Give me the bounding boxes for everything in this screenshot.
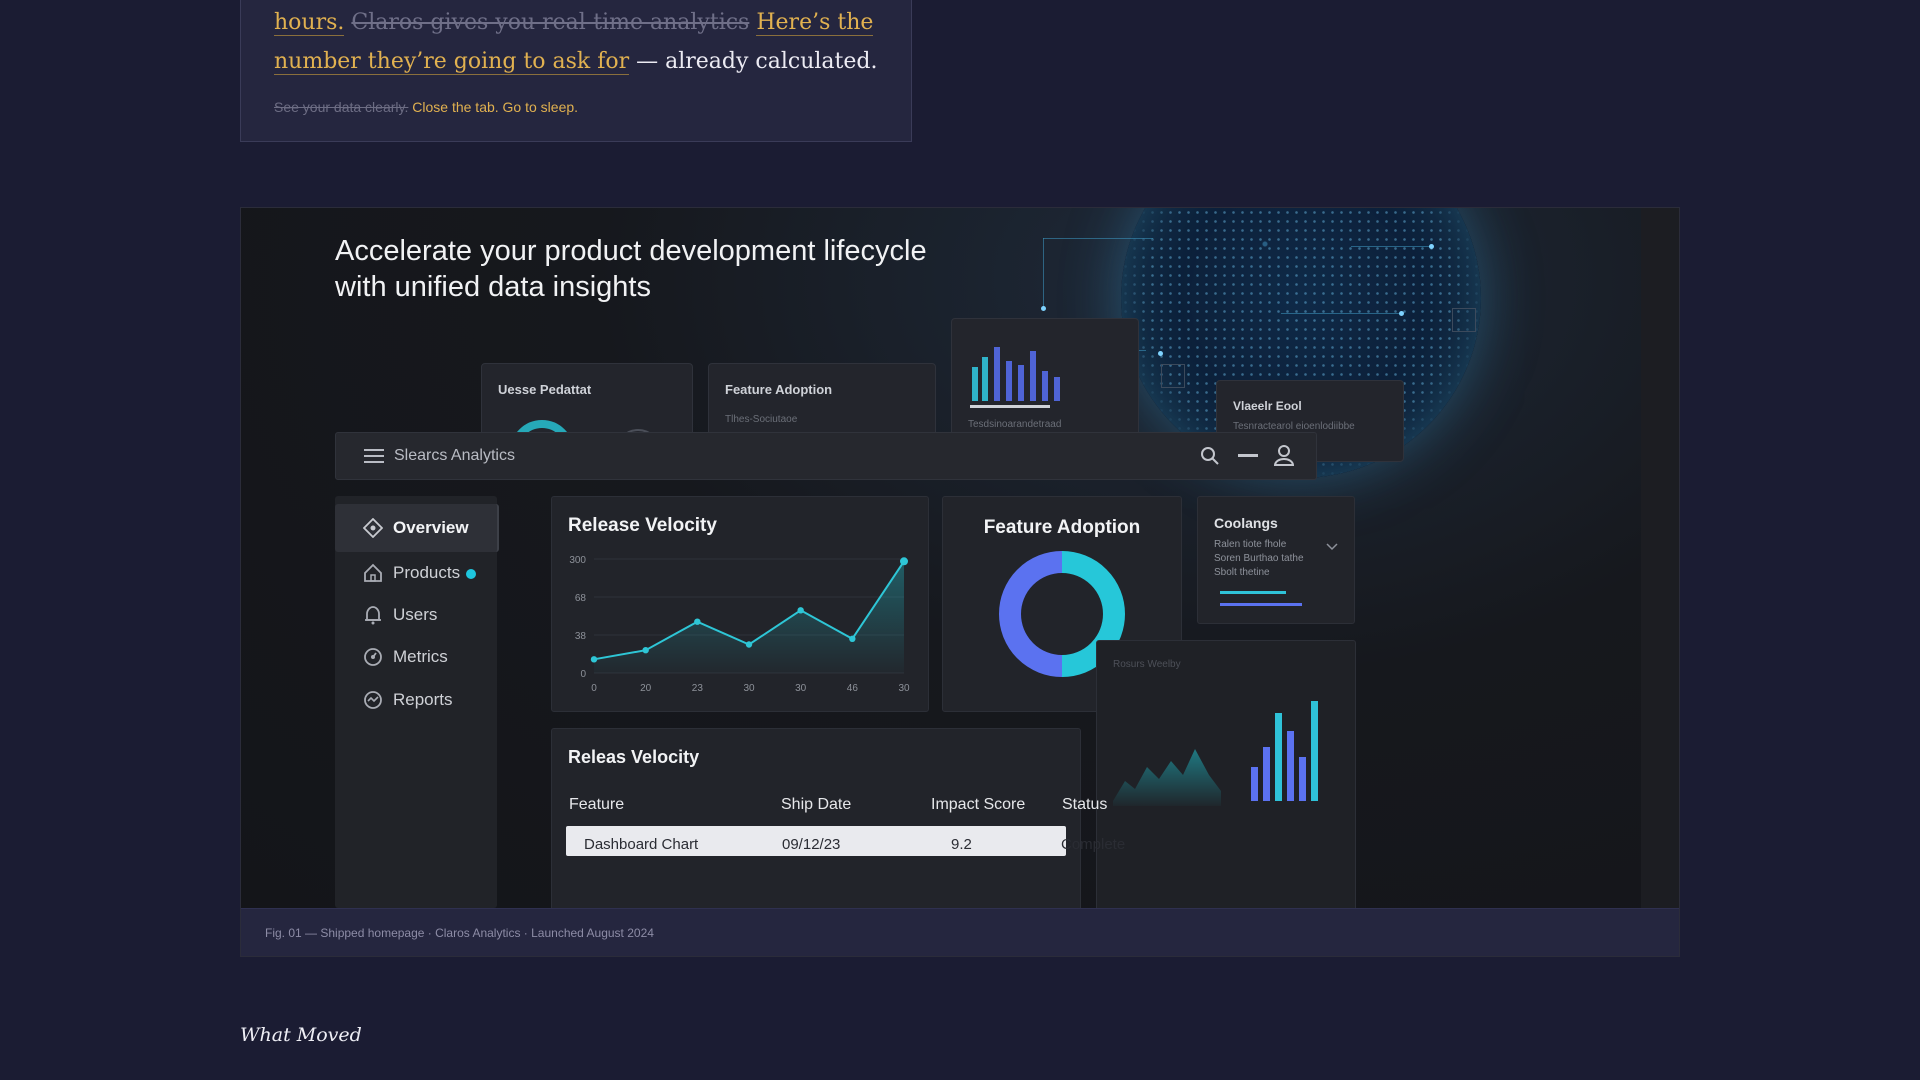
weekly-area-bar-chart bbox=[1113, 701, 1318, 806]
table-header-impact-score: Impact Score bbox=[931, 796, 1026, 813]
app-topbar: Slearcs Analytics bbox=[335, 432, 1317, 480]
report-icon bbox=[364, 691, 382, 709]
release-velocity-panel: Release Velocity 0 38 68 300 0 20 23 30 30 46 30 bbox=[551, 496, 929, 712]
quote-card: hours. Claros gives you real-time analyt… bbox=[240, 0, 912, 142]
x-tick-label: 46 bbox=[847, 683, 859, 694]
y-tick-label: 0 bbox=[580, 669, 586, 680]
home-icon bbox=[364, 563, 382, 582]
quote-plain-text: — already calculated. bbox=[636, 49, 878, 74]
hero-headline: Accelerate your product development life… bbox=[335, 235, 927, 303]
quote-footnote: See your data clearly. Close the tab. Go… bbox=[274, 99, 578, 115]
hamburger-menu-icon[interactable] bbox=[364, 449, 384, 464]
y-tick-label: 300 bbox=[569, 555, 586, 566]
homepage-screenshot: Accelerate your product development life… bbox=[241, 208, 1641, 908]
user-icon[interactable] bbox=[1274, 444, 1294, 466]
quote-struck-text: Claros gives you real-time analytics bbox=[351, 10, 750, 35]
bell-icon bbox=[365, 606, 381, 625]
data-point bbox=[642, 647, 649, 654]
chevron-down-icon[interactable] bbox=[1326, 543, 1338, 551]
app-title: Slearcs Analytics bbox=[394, 447, 515, 464]
sidebar-item-metrics[interactable]: Metrics bbox=[335, 633, 497, 681]
data-point bbox=[849, 635, 856, 642]
x-tick-label: 20 bbox=[640, 683, 652, 694]
donut-slice bbox=[999, 551, 1063, 677]
x-tick-label: 30 bbox=[743, 683, 755, 694]
table-header-ship-date: Ship Date bbox=[781, 796, 852, 813]
sidebar-item-reports[interactable]: Reports bbox=[335, 676, 497, 724]
x-tick-label: 30 bbox=[898, 683, 910, 694]
data-point bbox=[590, 656, 598, 663]
mini-bar-chart bbox=[972, 347, 1060, 401]
sidebar-item-products[interactable]: Products bbox=[335, 549, 497, 597]
release-table-panel: Releas Velocity Feature Ship Date Impact… bbox=[551, 728, 1125, 908]
table-row[interactable]: Dashboard Chart 09/12/23 9.2 Complete bbox=[566, 826, 1125, 856]
x-tick-label: 30 bbox=[795, 683, 807, 694]
footnote-struck: See your data clearly. bbox=[274, 99, 409, 115]
y-tick-label: 68 bbox=[575, 593, 587, 604]
app-sidebar: Overview Products Users Metrics Reports bbox=[335, 496, 499, 908]
data-point bbox=[900, 557, 908, 566]
search-icon[interactable] bbox=[1200, 446, 1220, 466]
figure: Accelerate your product development life… bbox=[240, 207, 1680, 957]
quote-text: hours. Claros gives you real-time analyt… bbox=[274, 3, 894, 81]
notification-dot bbox=[466, 569, 476, 579]
footnote-highlight: Close the tab. Go to sleep. bbox=[412, 99, 579, 115]
weekly-panel: Rosurs Weelby bbox=[1096, 640, 1356, 908]
table-header-feature: Feature bbox=[569, 796, 625, 813]
series-area bbox=[594, 561, 904, 673]
sidebar-item-users[interactable]: Users bbox=[335, 591, 497, 639]
diamond-icon bbox=[363, 518, 383, 538]
gauge-icon bbox=[364, 648, 382, 666]
sidebar-item-overview[interactable]: Overview bbox=[335, 504, 499, 552]
x-tick-label: 0 bbox=[591, 683, 597, 694]
figure-caption: Fig. 01 — Shipped homepage · Claros Anal… bbox=[265, 926, 654, 940]
data-point bbox=[745, 641, 753, 648]
release-velocity-chart: 0 38 68 300 0 20 23 30 30 46 30 bbox=[569, 555, 910, 694]
minimize-icon[interactable] bbox=[1238, 454, 1258, 458]
x-tick-label: 23 bbox=[692, 683, 704, 694]
figure-caption-bar: Fig. 01 — Shipped homepage · Claros Anal… bbox=[241, 908, 1679, 956]
cool-panel: Coolangs Ralen tiote fhole Soren Burthao… bbox=[1197, 496, 1355, 624]
data-point bbox=[694, 618, 701, 625]
quote-highlight: hours. bbox=[274, 10, 345, 36]
y-tick-label: 38 bbox=[575, 631, 587, 642]
section-heading: What Moved bbox=[240, 1024, 362, 1046]
table-header-status: Status bbox=[1062, 796, 1108, 813]
data-point bbox=[797, 607, 804, 614]
